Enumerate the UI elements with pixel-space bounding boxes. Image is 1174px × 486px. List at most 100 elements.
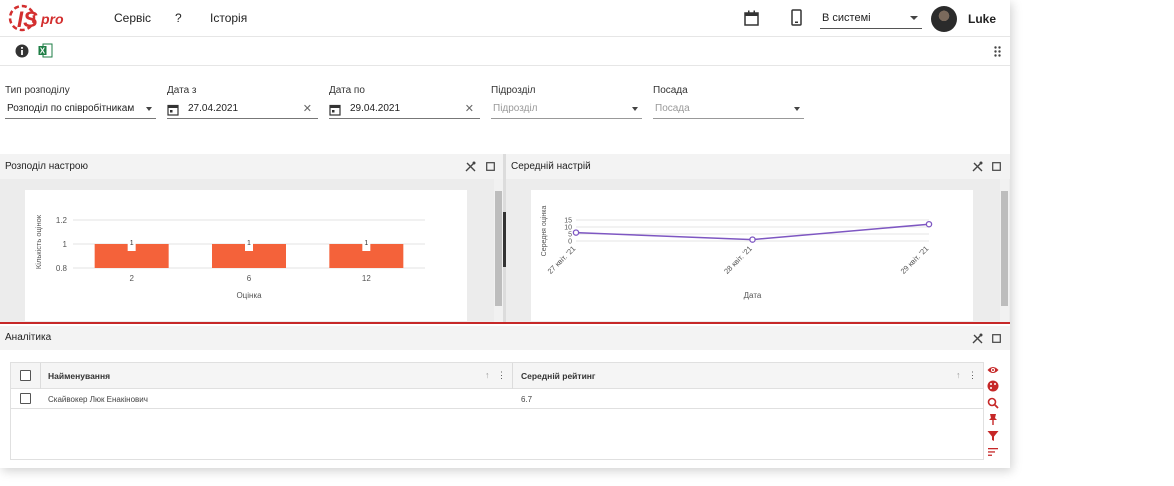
- column-rating-header[interactable]: Середній рейтинг: [521, 371, 595, 381]
- toolbar: X: [0, 37, 1010, 66]
- cell-name: Скайвокер Люк Енакінович: [48, 395, 148, 404]
- position-placeholder: Посада: [655, 103, 690, 114]
- analytics-table: Найменування ↑ ⋮ Середній рейтинг ↑ ⋮ Ск…: [10, 362, 984, 460]
- x-tick-label: 2: [129, 274, 134, 283]
- mood-panel: Розподіл настрою 1.2 1 0.8 1 2 1 6 1 12 Оцінка Кіл…: [0, 154, 503, 322]
- column-menu-icon[interactable]: ⋮: [968, 370, 977, 381]
- filter-department: Підрозділ Підрозділ: [491, 85, 642, 119]
- select-all-checkbox[interactable]: [20, 370, 31, 381]
- row-checkbox[interactable]: [20, 393, 31, 404]
- ispro-logo[interactable]: IS pro: [8, 2, 68, 34]
- x-tick-label: 12: [362, 274, 371, 283]
- status-select[interactable]: В системі: [820, 10, 922, 29]
- menu-service[interactable]: Сервіс: [114, 11, 151, 25]
- x-tick-label: 6: [247, 274, 252, 283]
- pin-icon[interactable]: [987, 413, 999, 425]
- filter-type-value: Розподіл по співробітникам: [7, 103, 135, 114]
- date-from-field[interactable]: 27.04.2021 ✕: [167, 102, 318, 119]
- x-tick-label: 27 квіт. '21: [546, 244, 578, 276]
- scroll-thumb[interactable]: [1001, 191, 1008, 306]
- filter-date-to-label: Дата по: [329, 85, 365, 96]
- department-placeholder: Підрозділ: [493, 103, 538, 114]
- column-menu-icon[interactable]: ⋮: [497, 370, 506, 381]
- column-name-header[interactable]: Найменування: [48, 371, 110, 381]
- avg-panel-header: Середній настрій: [506, 154, 1010, 179]
- department-select[interactable]: Підрозділ: [491, 102, 642, 119]
- filter-type-label: Тип розподілу: [5, 85, 70, 96]
- tools-icon[interactable]: [465, 161, 476, 172]
- avg-chart-card: 15 10 5 0 27 квіт. '21 28 квіт. '21 29 квіт. '…: [530, 189, 974, 322]
- filter-icon[interactable]: [987, 430, 999, 442]
- data-point: [572, 229, 580, 236]
- data-label: 1: [364, 240, 368, 247]
- excel-export-icon[interactable]: X: [38, 43, 53, 58]
- tools-icon[interactable]: [972, 333, 983, 344]
- y-tick-label: 1: [63, 240, 68, 249]
- clear-icon[interactable]: ✕: [465, 102, 474, 116]
- svg-text:X: X: [40, 47, 46, 56]
- username[interactable]: Luke: [968, 12, 996, 26]
- table-header: Найменування ↑ ⋮ Середній рейтинг ↑ ⋮: [11, 363, 983, 389]
- grid-dots-icon[interactable]: [994, 46, 1001, 57]
- sort-lines-icon[interactable]: [987, 446, 999, 458]
- mood-panel-scrollbar[interactable]: [494, 179, 503, 322]
- sort-icon[interactable]: ↑: [956, 370, 961, 380]
- x-tick-label: 28 квіт. '21: [722, 244, 754, 276]
- status-value: В системі: [822, 12, 871, 24]
- y-tick-label: 5: [568, 232, 572, 239]
- y-tick-label: 1.2: [56, 216, 68, 225]
- filter-date-from: Дата з 27.04.2021 ✕: [167, 85, 318, 119]
- filter-date-from-label: Дата з: [167, 85, 197, 96]
- mood-panel-header: Розподіл настрою: [0, 154, 503, 179]
- info-icon[interactable]: [15, 44, 29, 58]
- tools-icon[interactable]: [972, 161, 983, 172]
- calendar-icon[interactable]: [744, 10, 759, 26]
- avg-line-chart: 15105027 квіт. '21 28 квіт. '21 29 квіт. '…: [540, 206, 933, 300]
- date-to-value: 29.04.2021: [350, 103, 401, 114]
- date-from-value: 27.04.2021: [188, 103, 239, 114]
- clear-icon[interactable]: ✕: [303, 102, 312, 116]
- y-tick-label: 0.8: [56, 264, 68, 273]
- analytics-header: Аналітика: [0, 326, 1010, 350]
- column-separator: [40, 363, 41, 389]
- top-bar: IS pro Сервіс ? Історія В системі Luke: [0, 0, 1010, 37]
- chevron-down-icon: [910, 16, 918, 20]
- chevron-down-icon: [632, 107, 638, 111]
- mood-bar-chart: 1.210.81216112ОцінкаКількість оцінок: [34, 214, 425, 300]
- filter-type: Тип розподілу Розподіл по співробітникам: [5, 85, 156, 119]
- search-icon[interactable]: [987, 397, 999, 409]
- avg-panel-scrollbar[interactable]: [1000, 179, 1009, 322]
- scroll-thumb[interactable]: [495, 191, 502, 306]
- mood-chart-card: 1.2 1 0.8 1 2 1 6 1 12 Оцінка Кількість оцінок: [24, 189, 468, 322]
- app-window: IS pro Сервіс ? Історія В системі Luke X…: [0, 0, 1010, 468]
- filter-date-to: Дата по 29.04.2021 ✕: [329, 85, 480, 119]
- section-divider[interactable]: [0, 322, 1010, 324]
- palette-icon[interactable]: [987, 380, 999, 392]
- sort-icon[interactable]: ↑: [485, 370, 490, 380]
- menu-history[interactable]: Історія: [210, 11, 247, 25]
- data-point: [749, 236, 756, 243]
- filter-department-label: Підрозділ: [491, 85, 536, 96]
- avg-mood-panel: Середній настрій 15 10 5 0 27 квіт. '21 28 кв…: [506, 154, 1010, 322]
- avatar[interactable]: [931, 6, 957, 32]
- eye-icon[interactable]: [987, 364, 999, 376]
- svg-text:pro: pro: [40, 11, 64, 27]
- data-point: [925, 220, 933, 228]
- maximize-icon[interactable]: [486, 162, 495, 171]
- maximize-icon[interactable]: [992, 334, 1001, 343]
- y-tick-label: 10: [564, 225, 572, 232]
- menu-help[interactable]: ?: [175, 11, 182, 25]
- chevron-down-icon: [794, 107, 800, 111]
- y-tick-label: 15: [564, 218, 572, 225]
- date-to-field[interactable]: 29.04.2021 ✕: [329, 102, 480, 119]
- mood-panel-title: Розподіл настрою: [5, 161, 88, 172]
- calendar-icon[interactable]: [167, 103, 179, 116]
- mobile-icon[interactable]: [791, 9, 802, 26]
- table-row[interactable]: Скайвокер Люк Енакінович 6.7: [11, 389, 983, 409]
- filter-position: Посада Посада: [653, 85, 804, 119]
- filter-type-select[interactable]: Розподіл по співробітникам: [5, 102, 156, 119]
- calendar-icon[interactable]: [329, 103, 341, 116]
- position-select[interactable]: Посада: [653, 102, 804, 119]
- y-axis-label: Середня оцінка: [540, 206, 548, 257]
- maximize-icon[interactable]: [992, 162, 1001, 171]
